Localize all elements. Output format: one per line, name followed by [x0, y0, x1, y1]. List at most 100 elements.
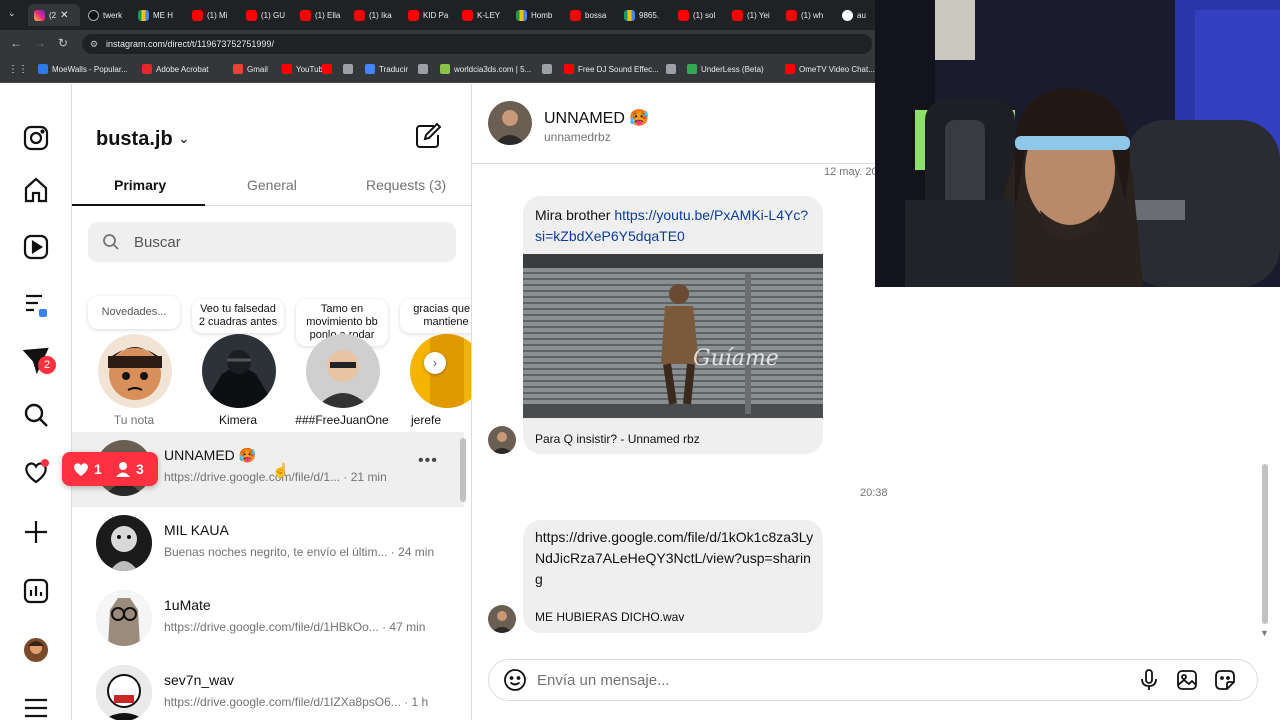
- conversation-list-pane: busta.jb ⌄ Primary General Requests (3) …: [72, 84, 472, 720]
- tab-label: (2: [49, 10, 57, 20]
- more-options-icon[interactable]: •••: [418, 452, 438, 470]
- chevron-right-icon[interactable]: ›: [424, 352, 446, 374]
- tab-favicon-icon: [624, 9, 635, 21]
- video-thumbnail[interactable]: Guíame: [523, 254, 823, 418]
- tab-favicon-icon: [842, 9, 853, 21]
- tab-label: (1) Ella: [315, 10, 341, 20]
- create-plus-icon[interactable]: [22, 518, 50, 546]
- bookmark-item[interactable]: [343, 64, 353, 74]
- browser-tab[interactable]: (1) Yei: [726, 4, 778, 26]
- browser-tab[interactable]: (1) Ella: [294, 4, 346, 26]
- instagram-logo-icon[interactable]: [22, 124, 50, 152]
- heart-icon: [74, 463, 88, 476]
- bookmark-item[interactable]: UnderLess (Beta): [687, 64, 764, 74]
- message-input[interactable]: [537, 660, 1117, 700]
- bookmark-favicon-icon: [418, 64, 428, 74]
- tab-favicon-icon: [678, 9, 689, 21]
- browser-tab[interactable]: KID Pa: [402, 4, 454, 26]
- more-menu-icon[interactable]: [22, 694, 50, 722]
- conversation-row[interactable]: 1uMate https://drive.google.com/file/d/1…: [72, 582, 464, 657]
- bookmark-item[interactable]: Gmail: [233, 64, 268, 74]
- bookmark-favicon-icon: [365, 64, 375, 74]
- forward-icon[interactable]: →: [34, 36, 46, 50]
- address-bar[interactable]: ⚙ instagram.com/direct/t/119673752751999…: [82, 34, 872, 54]
- compose-message-icon[interactable]: [414, 122, 442, 150]
- browser-tab[interactable]: 9865.: [618, 4, 670, 26]
- browser-tab[interactable]: (1) sol: [672, 4, 724, 26]
- conversation-preview: Buenas noches negrito, te envío el últim…: [164, 545, 435, 559]
- sender-avatar[interactable]: [488, 605, 516, 633]
- profile-avatar[interactable]: [22, 636, 50, 664]
- search-input[interactable]: [134, 222, 434, 262]
- browser-tab[interactable]: twerk: [82, 4, 134, 26]
- threads-feed-icon[interactable]: [22, 290, 50, 318]
- site-info-icon[interactable]: ⚙: [90, 34, 98, 54]
- conversation-row[interactable]: MIL KAUA Buenas noches negrito, te envío…: [72, 507, 464, 582]
- tab-primary[interactable]: Primary: [114, 177, 166, 193]
- sender-avatar[interactable]: [488, 426, 516, 454]
- conversation-preview: https://drive.google.com/file/d/1HBkOo..…: [164, 620, 426, 634]
- browser-tab[interactable]: bossa: [564, 4, 616, 26]
- tab-label: K-LEY: [477, 10, 501, 20]
- bookmark-item[interactable]: worldcia3ds.com | 5...: [440, 64, 531, 74]
- browser-tab[interactable]: (1) wh: [780, 4, 832, 26]
- tab-label: (1) Ika: [369, 10, 392, 20]
- browser-tab[interactable]: Homb: [510, 4, 562, 26]
- conversation-row[interactable]: sev7n_wav https://drive.google.com/file/…: [72, 657, 464, 720]
- tab-search-icon[interactable]: ⌄: [8, 8, 16, 19]
- activity-popup[interactable]: 1 3: [62, 452, 158, 486]
- bookmark-item[interactable]: Free DJ Sound Effec...: [564, 64, 659, 74]
- tab-general[interactable]: General: [247, 177, 297, 193]
- bookmark-item[interactable]: YouTube: [282, 64, 327, 74]
- message-timestamp: 20:38: [860, 487, 888, 499]
- notifications-heart-icon[interactable]: [22, 458, 50, 486]
- search-icon[interactable]: [22, 401, 50, 429]
- bookmark-label: MoeWalls - Popular...: [52, 64, 128, 74]
- note-avatar: [98, 334, 172, 408]
- scrollbar-thumb[interactable]: [1262, 464, 1268, 624]
- chat-avatar[interactable]: [488, 101, 532, 145]
- browser-tab[interactable]: (1) Mi: [186, 4, 238, 26]
- reload-icon[interactable]: ↻: [58, 36, 68, 50]
- browser-tab[interactable]: au: [836, 4, 876, 26]
- message-composer: [488, 659, 1258, 701]
- microphone-icon[interactable]: [1137, 668, 1161, 692]
- scrollbar-thumb[interactable]: [460, 438, 466, 502]
- emoji-icon[interactable]: [503, 668, 527, 692]
- browser-tab[interactable]: ME H: [132, 4, 184, 26]
- tab-favicon-icon: [192, 9, 203, 21]
- account-username[interactable]: busta.jb: [96, 128, 173, 151]
- back-icon[interactable]: ←: [10, 36, 22, 50]
- dashboard-icon[interactable]: [22, 577, 50, 605]
- browser-tab[interactable]: (2 ✕: [28, 4, 80, 26]
- apps-icon[interactable]: ⋮⋮: [8, 64, 28, 75]
- bookmark-item[interactable]: [322, 64, 332, 74]
- bookmark-item[interactable]: Adobe Acrobat: [142, 64, 208, 74]
- chevron-down-icon[interactable]: ⌄: [178, 130, 190, 147]
- conversation-preview: https://drive.google.com/file/d/1IZXa8ps…: [164, 695, 429, 709]
- tab-requests[interactable]: Requests (3): [366, 177, 446, 193]
- browser-tab[interactable]: (1) Ika: [348, 4, 400, 26]
- drive-link[interactable]: https://drive.google.com/file/d/1kOk1c8z…: [535, 527, 815, 590]
- bookmark-label: worldcia3ds.com | 5...: [454, 64, 532, 74]
- bookmark-item[interactable]: OmeTV Video Chat...: [785, 64, 875, 74]
- reels-icon[interactable]: [22, 233, 50, 261]
- image-upload-icon[interactable]: [1175, 668, 1199, 692]
- sticker-icon[interactable]: [1213, 668, 1237, 692]
- home-icon[interactable]: [22, 176, 50, 204]
- scroll-down-icon[interactable]: ▼: [1260, 628, 1269, 638]
- chat-contact-name[interactable]: UNNAMED 🥵: [544, 108, 649, 128]
- tab-label: ME H: [153, 10, 173, 20]
- tab-favicon-icon: [732, 9, 743, 21]
- bookmark-item[interactable]: [542, 64, 552, 74]
- bookmark-favicon-icon: [282, 64, 292, 74]
- tab-close-icon[interactable]: ✕: [60, 10, 68, 21]
- browser-tab[interactable]: (1) GU: [240, 4, 292, 26]
- browser-tab[interactable]: K-LEY: [456, 4, 508, 26]
- bookmark-item[interactable]: [418, 64, 428, 74]
- bookmark-label: Adobe Acrobat: [156, 64, 209, 74]
- bookmark-item[interactable]: MoeWalls - Popular...: [38, 64, 128, 74]
- bookmark-favicon-icon: [564, 64, 574, 74]
- bookmark-item[interactable]: [666, 64, 676, 74]
- bookmark-item[interactable]: Traducir: [365, 64, 408, 74]
